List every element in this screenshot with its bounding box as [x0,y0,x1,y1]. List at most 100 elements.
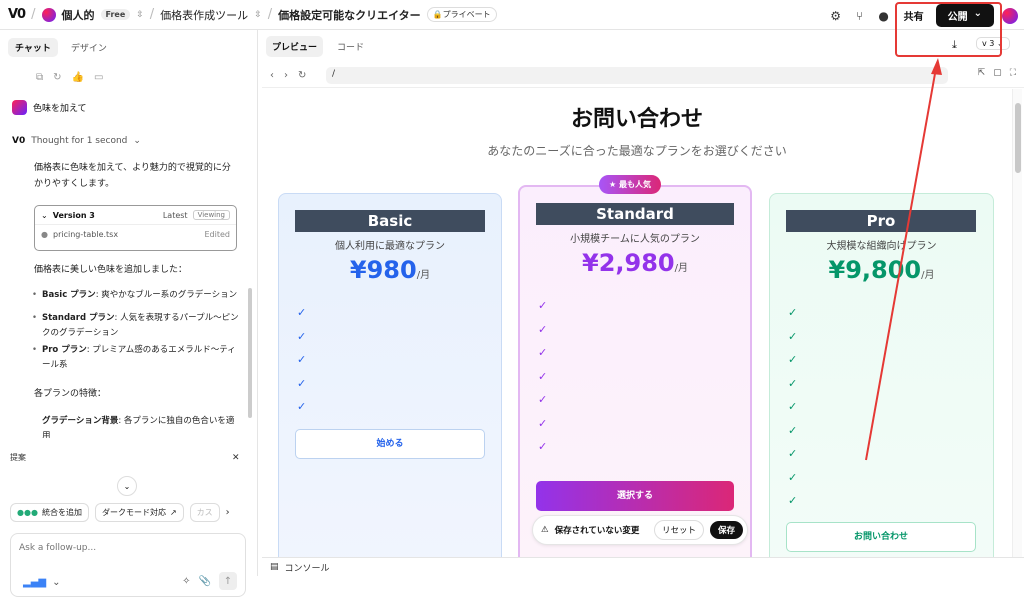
plan-card-basic: Basic 個人利用に最適なプラン ¥980/月 ✓ ✓ ✓ ✓ ✓ 始める [278,193,502,557]
paperclip-icon[interactable]: 📎 [199,576,211,587]
privacy-label: プライベート [442,10,491,19]
scroll-down-button[interactable]: ⌄ [117,476,137,496]
forward-icon[interactable]: › [284,70,288,81]
preview-scrollbar[interactable] [1012,89,1022,557]
plan-name: Standard [536,203,734,225]
check-icon: ✓ [297,329,307,343]
console-icon: ▤ [270,562,279,572]
separator: / [149,7,155,22]
chip-dark-mode[interactable]: ダークモード対応 ↗ [94,503,184,522]
compose-box: ▂▄▆ ⌄ ✧ 📎 ↑ [10,533,246,597]
chevron-right-icon[interactable]: › [226,507,230,518]
features-heading: 各プランの特徴： [34,389,107,399]
check-icon: ✓ [297,306,307,319]
tab-chat[interactable]: チャット [8,38,58,57]
plan-price: ¥2,980/月 [520,249,750,277]
retry-icon[interactable]: ↻ [53,72,61,83]
price-unit: /月 [921,270,935,281]
refresh-icon[interactable]: ↻ [298,70,306,81]
sparkle-icon[interactable]: ✧ [182,576,190,587]
chat-panel: チャット デザイン ⧉ ↻ 👍 ▭ 色味を加えて V0 Thought for … [0,30,258,597]
chevron-down-icon[interactable]: ⌄ [41,211,48,220]
send-button[interactable]: ↑ [219,572,237,590]
close-icon[interactable]: ✕ [232,453,240,463]
list-item: グラデーション背景: 各プランに独自の色合いを適用 [42,414,242,438]
check-icon: ✓ [297,353,307,366]
price-value: ¥2,980 [582,249,675,277]
tab-design[interactable]: デザイン [64,38,114,57]
gear-icon[interactable]: ⚙ [828,8,844,24]
plan-description: 個人利用に最適なプラン [335,241,445,252]
privacy-badge[interactable]: 🔒プライベート [426,7,497,22]
select-button[interactable]: 選択する [536,481,734,511]
thumbs-up-icon[interactable]: 👍 [72,72,84,83]
reset-button[interactable]: リセット [653,520,704,540]
chevron-down-icon: ⌄ [123,481,131,491]
fork-icon[interactable]: ⑂ [852,8,868,24]
copy-icon[interactable]: ⧉ [36,72,43,83]
v0-icon: V0 [12,136,26,146]
user-message: 色味を加えて [12,100,87,115]
check-icon: ✓ [788,470,798,484]
warning-icon: ⚠ [541,525,549,535]
separator: / [267,7,273,22]
model-selector[interactable]: ▂▄▆ ⌄ [23,577,60,588]
github-icon[interactable]: ● [876,8,892,24]
url-bar: ‹ › ↻ / ⇱ ▢ ⛶ [262,64,1024,88]
scroll-thumb[interactable] [1015,103,1021,173]
pointer-icon[interactable]: ⇱ [978,68,986,78]
list-item: Pro プラン: プレミアム感のあるエメラルド〜ティール系 [32,343,242,373]
v0-logo[interactable]: V0 [8,7,26,22]
check-icon: ✓ [538,346,548,359]
added-heading: 価格表に美しい色味を追加しました： [34,265,188,275]
comment-icon[interactable]: ▭ [94,72,103,83]
list-item: Basic プラン: 爽やかなブルー系のグラデーション [32,288,242,303]
chip-custom[interactable]: カス [189,503,220,522]
arrow-up-right-icon: ↗ [169,508,177,517]
page-title: お問い合わせ [570,107,703,132]
check-icon: ✓ [297,400,307,413]
url-field[interactable]: / [326,67,948,84]
chevron-down-icon: ⌄ [52,577,61,588]
price-value: ¥980 [349,256,417,284]
price-unit: /月 [416,270,431,281]
devices-icon[interactable]: ▢ [993,68,1002,78]
chat-title[interactable]: 価格設定可能なクリエイター [278,7,421,23]
back-icon[interactable]: ‹ [270,70,274,81]
user-avatar [12,100,27,115]
check-icon: ✓ [297,376,307,390]
console-label: コンソール [284,563,330,574]
intro-text: 価格表に色味を加えて、より魅力的で視覚的に分かりやすくします。 [34,163,231,189]
version-card[interactable]: ⌄ Version 3 Latest Viewing ● pricing-tab… [34,205,237,251]
thought-toggle[interactable]: V0 Thought for 1 second ⌄ [12,136,141,146]
check-icon: ✓ [788,447,798,460]
check-icon: ✓ [788,306,798,319]
save-button[interactable]: 保存 [709,521,743,539]
console-bar[interactable]: ▤ コンソール [262,557,1024,576]
user-message-text: 色味を加えて [33,104,87,114]
chat-scrollbar[interactable] [248,288,252,418]
chip-add-integration[interactable]: ●●● 統合を追加 [10,503,89,522]
annotation-highlight-box [895,2,1002,57]
project-name[interactable]: 価格表作成ツール [160,7,248,23]
workspace-name[interactable]: 個人的 [62,7,95,23]
chip-label: カス [196,508,213,517]
tab-preview[interactable]: プレビュー [266,35,324,57]
chevron-updown-icon[interactable]: ⇳ [254,10,262,20]
unsaved-message: 保存されていない変更 [554,526,640,536]
chevron-updown-icon[interactable]: ⇳ [136,10,144,20]
bullet-text: : 爽やかなブルー系のグラデーション [95,290,238,300]
fullscreen-icon[interactable]: ⛶ [1010,68,1016,78]
start-button[interactable]: 始める [295,429,485,459]
check-icon: ✓ [538,299,548,312]
tab-code[interactable]: コード [331,36,370,57]
file-name[interactable]: pricing-table.tsx [53,230,118,239]
bullet-bold: Standard プラン [42,313,115,323]
check-icon: ✓ [788,353,798,366]
contact-button[interactable]: お問い合わせ [786,522,976,552]
check-icon: ✓ [788,400,798,413]
follow-up-input[interactable] [19,543,219,553]
plan-description: 小規模チームに人気のプラン [570,234,700,245]
plan-description: 大規模な組織向けプラン [826,241,937,252]
user-avatar[interactable] [1002,7,1018,24]
